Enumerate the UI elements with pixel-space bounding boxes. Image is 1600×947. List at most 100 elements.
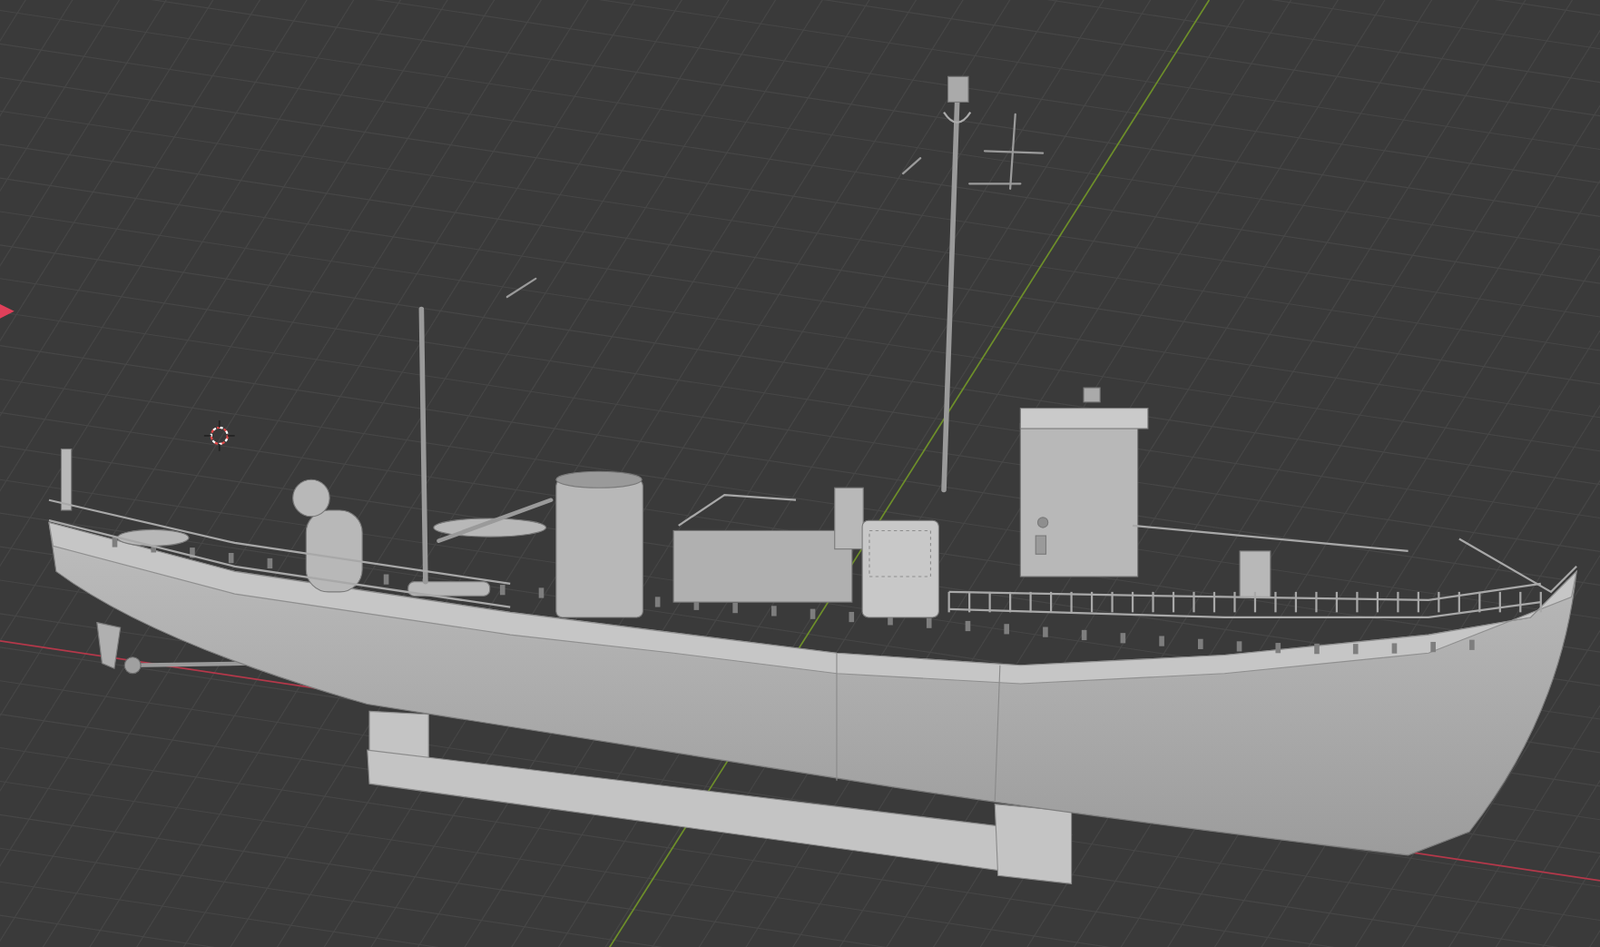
rail-post <box>1172 591 1175 612</box>
grid-line <box>0 0 1600 333</box>
railing <box>1132 525 1409 551</box>
viewport-canvas[interactable] <box>0 0 1600 947</box>
bridge-roof <box>1020 408 1149 429</box>
grid-line <box>0 892 1600 947</box>
rail-post <box>1009 591 1012 612</box>
hull-scupper <box>1236 640 1243 651</box>
rail-post <box>1192 591 1195 612</box>
railing <box>678 494 796 526</box>
grid-line <box>1471 0 1600 947</box>
hull-scupper <box>1469 639 1475 650</box>
yard <box>969 182 1021 185</box>
deckhouse <box>673 530 853 602</box>
railing <box>49 500 511 584</box>
hull-scupper <box>1081 629 1088 640</box>
rail-post <box>1540 591 1542 612</box>
rail-post <box>1376 591 1379 612</box>
superstructure <box>60 387 1270 618</box>
railings <box>49 494 1577 618</box>
grid-line <box>0 432 1600 947</box>
grid-line <box>0 0 1600 486</box>
funnel-top <box>556 471 642 488</box>
hull-scupper <box>1003 623 1010 634</box>
grid-line <box>0 0 286 947</box>
rail-post <box>1233 591 1236 612</box>
3d-cursor-icon[interactable] <box>204 420 236 452</box>
hull-scupper <box>539 587 545 598</box>
rail-post <box>1295 591 1297 612</box>
hull-scupper <box>1120 632 1127 643</box>
hull-scupper <box>267 558 274 569</box>
grid-line <box>0 0 1600 578</box>
3d-viewport[interactable] <box>0 0 1600 947</box>
davit <box>60 449 71 511</box>
hull-scupper <box>926 618 933 629</box>
rail-post <box>968 591 971 612</box>
rail-post <box>1050 591 1052 612</box>
fore-mast <box>943 101 958 490</box>
bridge <box>1020 422 1138 577</box>
grid-line <box>0 0 1600 455</box>
rail-post <box>1417 591 1420 612</box>
grid-line <box>0 0 1600 241</box>
hull-scupper <box>1158 635 1165 646</box>
grid-line <box>0 0 1600 608</box>
axis-arrow-icon <box>0 304 15 319</box>
grid-line <box>0 0 1143 947</box>
grid-line <box>0 0 1600 516</box>
railing <box>49 520 511 608</box>
hull-seam <box>994 665 1001 801</box>
grid-line <box>0 279 1600 944</box>
rail-post <box>1069 591 1072 612</box>
grid-line <box>0 0 543 947</box>
rail-post <box>1213 591 1216 612</box>
bridge-porthole <box>1037 517 1048 528</box>
rail-post <box>1458 591 1461 612</box>
rail-post <box>1437 591 1440 612</box>
radio-aerial <box>984 150 1043 153</box>
boom <box>438 500 551 541</box>
rail-post <box>948 591 951 612</box>
hull-scupper <box>771 605 777 616</box>
grid-line <box>0 0 1600 118</box>
rail-post <box>1090 591 1093 612</box>
grid-line <box>0 0 1600 364</box>
rail-post <box>1519 591 1522 612</box>
hull-scupper <box>1275 642 1281 653</box>
propeller <box>124 657 141 674</box>
searchlight <box>1083 387 1100 403</box>
hull-scupper <box>1314 643 1320 654</box>
hull-seam <box>835 652 837 780</box>
grid-line <box>0 0 1600 547</box>
ventilator <box>834 487 864 549</box>
grid-line <box>0 0 329 947</box>
hull-scupper <box>1042 627 1049 638</box>
propeller-shaft <box>132 663 250 666</box>
ship-model[interactable] <box>49 76 1577 884</box>
grid-line <box>0 372 1600 947</box>
grid-line <box>0 861 1600 947</box>
funnel <box>556 479 644 618</box>
mast-crow-nest <box>943 112 971 123</box>
hull-scupper <box>655 596 661 607</box>
hull-scupper <box>732 602 738 613</box>
rail-post <box>989 591 992 612</box>
hull-scupper <box>1353 643 1359 654</box>
floating-part <box>903 157 921 174</box>
grid-line <box>0 0 1600 57</box>
hull-scupper <box>112 536 118 547</box>
masthead-light <box>948 76 969 102</box>
rail-post <box>1478 591 1481 612</box>
grid-line <box>0 249 1600 914</box>
grid-line <box>0 0 1100 947</box>
depth-charge <box>117 529 189 546</box>
bridge-door <box>1035 535 1046 554</box>
masts <box>421 101 1043 581</box>
hull-scupper <box>848 611 854 622</box>
deck-gun <box>1239 550 1271 598</box>
hull-scupper <box>500 584 506 595</box>
railing <box>949 583 1542 600</box>
floor-grid <box>0 0 1600 947</box>
grid-line <box>0 341 1600 947</box>
rail-post <box>1029 591 1031 612</box>
